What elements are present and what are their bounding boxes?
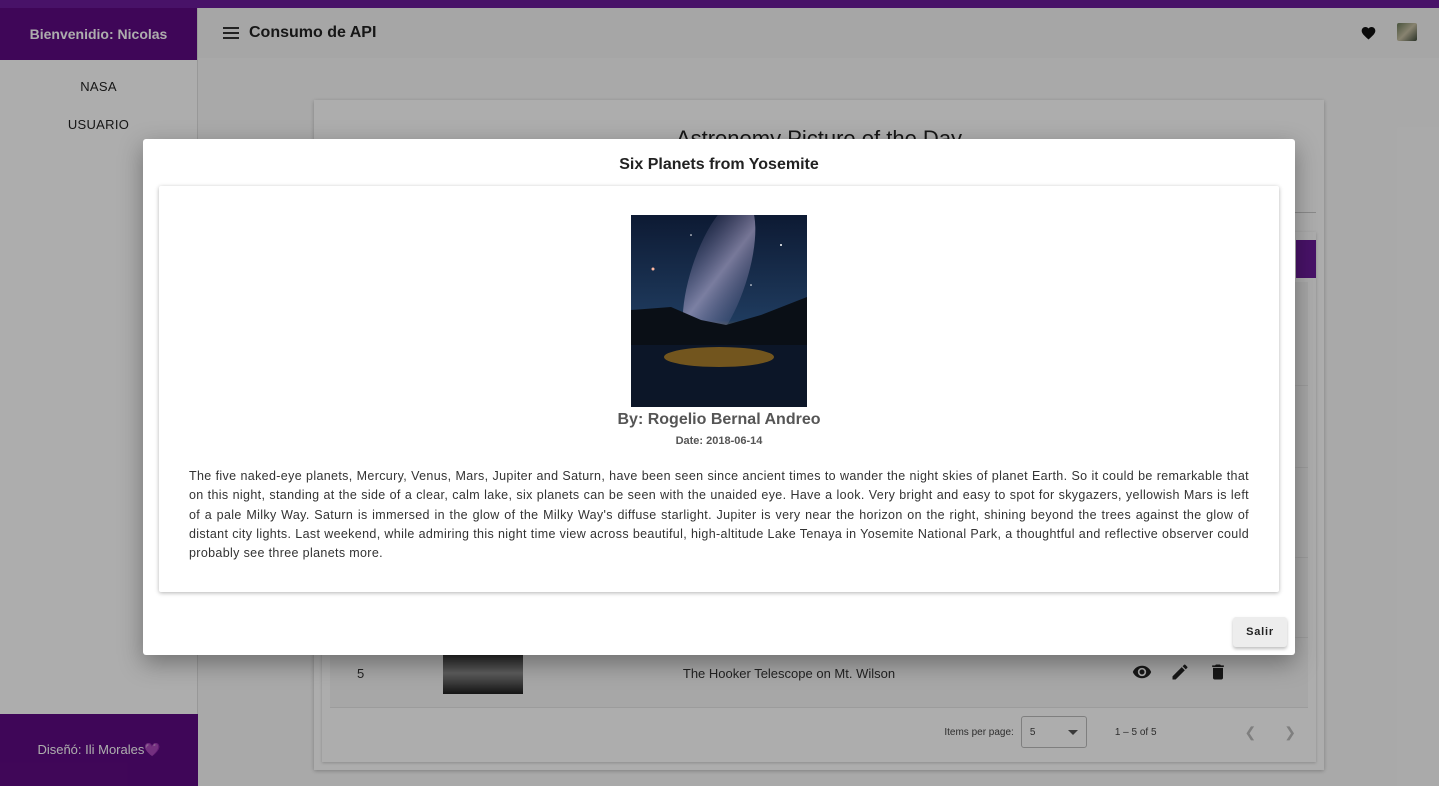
dialog-title: Six Planets from Yosemite <box>619 156 819 173</box>
apod-explanation: The five naked-eye planets, Mercury, Ven… <box>189 469 1249 561</box>
exit-button[interactable]: Salir <box>1233 617 1287 647</box>
apod-dialog: Six Planets from Yosemite By: Rogelio Be… <box>143 139 1295 655</box>
apod-author: By: Rogelio Bernal Andreo <box>617 411 821 428</box>
apod-date: Date: 2018-06-14 <box>675 435 763 447</box>
dialog-content-card: By: Rogelio Bernal Andreo Date: 2018-06-… <box>159 186 1279 592</box>
apod-image <box>631 215 807 407</box>
